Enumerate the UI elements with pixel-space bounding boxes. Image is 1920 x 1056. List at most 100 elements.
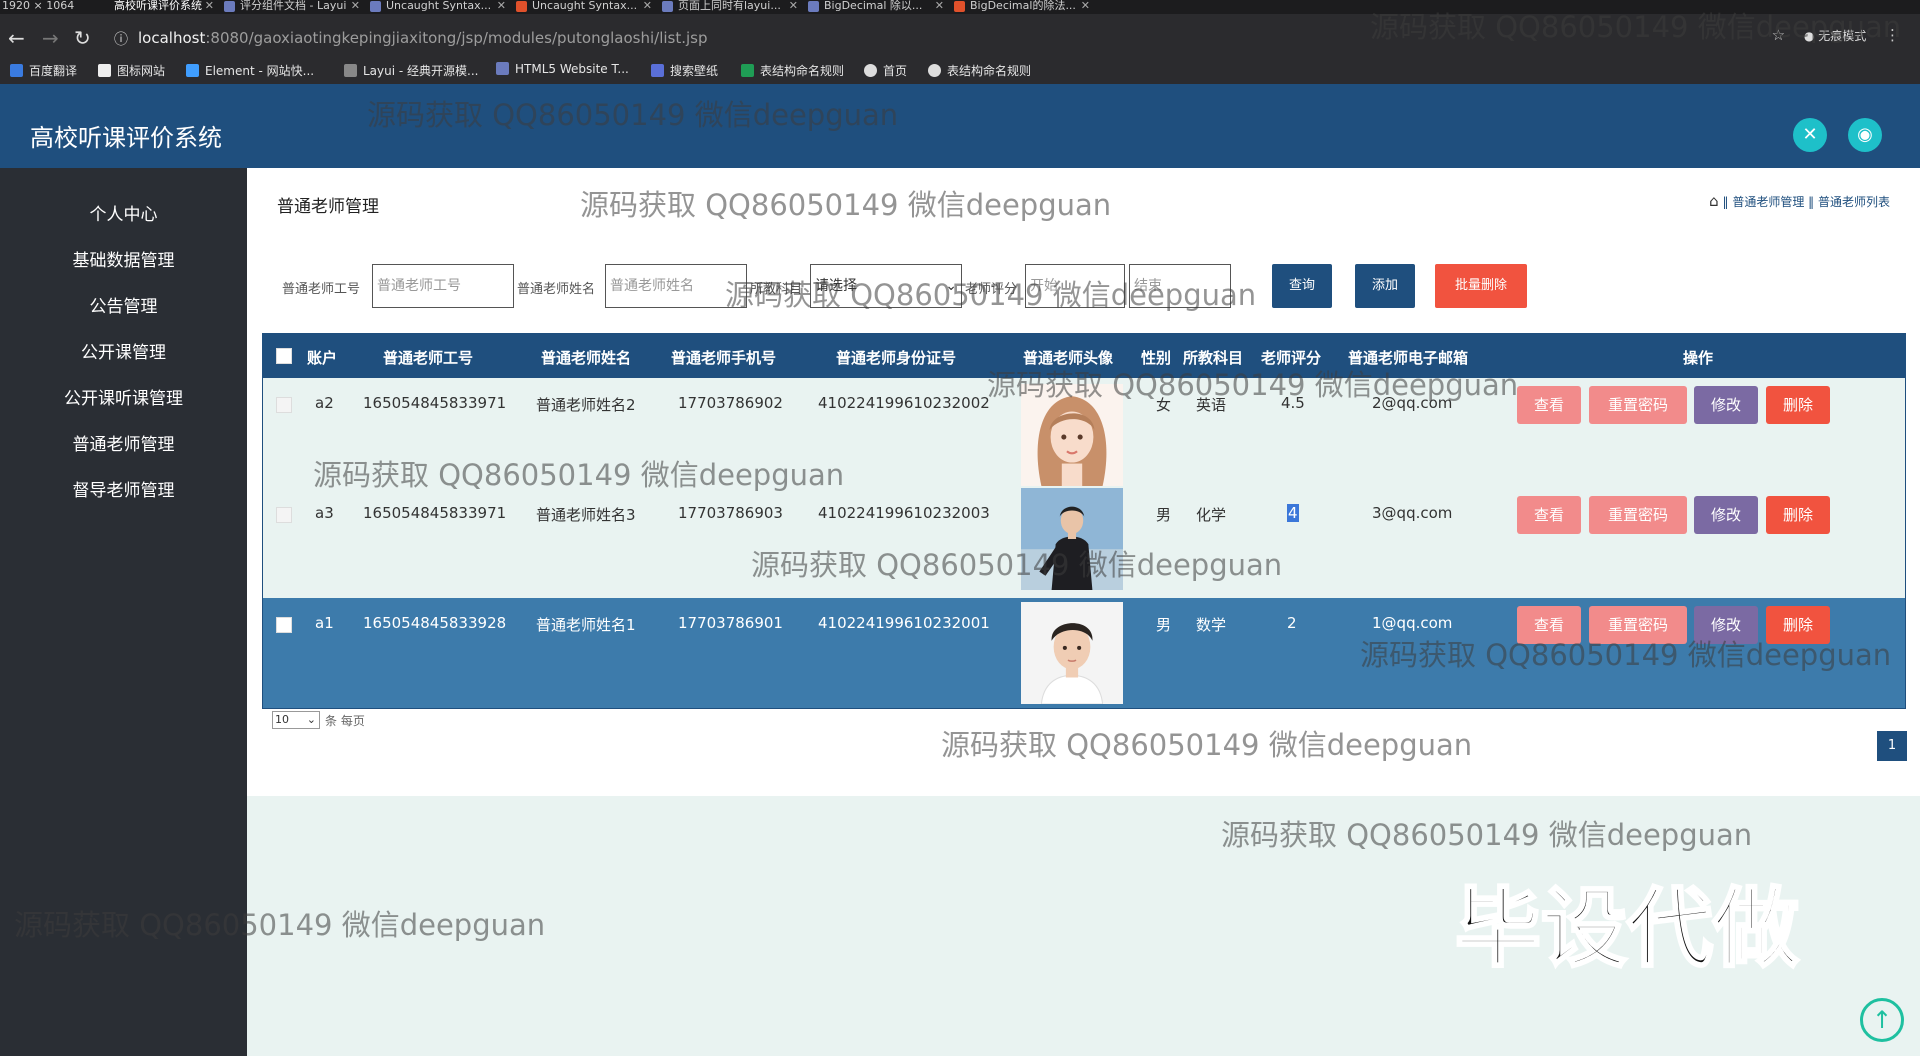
teacher-avatar	[1021, 602, 1123, 704]
bookmark[interactable]: HTML5 Website T...	[496, 62, 629, 76]
breadcrumb-item[interactable]: 普通老师管理	[1732, 195, 1804, 209]
page-icon	[370, 1, 381, 12]
page-icon	[808, 1, 819, 12]
close-icon[interactable]: ✕	[789, 0, 798, 12]
page-size-select[interactable]: 10 ⌄	[272, 711, 320, 729]
bookmarks-bar: 百度翻译 图标网站 Element - 网站快... Layui - 经典开源模…	[0, 56, 1920, 84]
sidebar-item-open-class-attendance[interactable]: 公开课听课管理	[0, 384, 247, 409]
chevron-down-icon: ⌄	[306, 713, 316, 726]
cell-subject: 数学	[1196, 616, 1227, 634]
home-icon[interactable]: ⌂	[1709, 192, 1719, 210]
tab[interactable]: 页面上同时有layui... ✕	[660, 0, 800, 14]
edit-button[interactable]: 修改	[1694, 386, 1758, 424]
column-header: 普通老师手机号	[671, 349, 777, 367]
cell-gender: 男	[1156, 506, 1172, 524]
view-button[interactable]: 查看	[1517, 386, 1581, 424]
reset-password-button[interactable]: 重置密码	[1589, 496, 1687, 534]
select-all-checkbox[interactable]	[276, 348, 292, 364]
view-button[interactable]: 查看	[1517, 496, 1581, 534]
batch-delete-button[interactable]: 批量删除	[1435, 264, 1527, 308]
tab-active[interactable]: 高校听课评价系统 ✕	[96, 0, 216, 14]
reset-password-button[interactable]: 重置密码	[1589, 386, 1687, 424]
delete-button[interactable]: 删除	[1766, 386, 1830, 424]
sidebar-item-supervisors[interactable]: 督导老师管理	[0, 476, 247, 501]
globe-icon	[928, 64, 941, 77]
cell-name: 普通老师姓名3	[536, 506, 636, 524]
watermark: 源码获取 QQ86050149 微信deepguan	[313, 458, 845, 492]
tab[interactable]: BigDecimal的除法... ✕	[952, 0, 1092, 14]
filter-label-id: 普通老师工号	[282, 282, 361, 297]
close-icon[interactable]: ✕	[205, 0, 214, 12]
close-icon[interactable]: ✕	[351, 0, 360, 12]
bookmark[interactable]: 首页	[864, 62, 907, 79]
page-icon	[954, 1, 965, 12]
sidebar-item-teachers[interactable]: 普通老师管理	[0, 430, 247, 455]
close-icon[interactable]: ✕	[497, 0, 506, 12]
bookmark[interactable]: 搜索壁纸	[651, 62, 718, 79]
tab[interactable]: 评分组件文档 - Layui ✕	[222, 0, 362, 14]
query-button[interactable]: 查询	[1272, 264, 1332, 308]
forward-icon[interactable]: →	[42, 28, 59, 48]
column-header: 操作	[1683, 349, 1714, 367]
promo-overlay-text: 毕设代做	[1454, 878, 1801, 981]
cell-id: 165054845833971	[363, 504, 507, 522]
watermark: 源码获取 QQ86050149 微信deepguan	[1221, 818, 1753, 852]
sidebar-item-personal-center[interactable]: 个人中心	[0, 200, 247, 225]
edit-button[interactable]: 修改	[1694, 496, 1758, 534]
sidebar-item-open-class[interactable]: 公开课管理	[0, 338, 247, 363]
row-checkbox[interactable]	[276, 397, 292, 413]
close-icon[interactable]: ✕	[1081, 0, 1090, 12]
row-checkbox[interactable]	[276, 617, 292, 633]
scroll-to-top-icon[interactable]: ↑	[1860, 998, 1904, 1042]
bookmark[interactable]: 图标网站	[98, 62, 165, 79]
info-icon[interactable]: ⓘ	[114, 30, 128, 50]
breadcrumb-item[interactable]: 普通老师列表	[1818, 195, 1890, 209]
watermark: 源码获取 QQ86050149 微信deepguan	[941, 728, 1473, 762]
tab[interactable]: BigDecimal 除以... ✕	[806, 0, 946, 14]
bookmark[interactable]: Element - 网站快...	[186, 62, 314, 79]
url-host: localhost	[138, 29, 206, 47]
tab[interactable]: Uncaught Syntax... ✕	[514, 0, 654, 14]
bookmark[interactable]: 表结构命名规则	[741, 62, 844, 79]
app-title: 高校听课评价系统	[30, 124, 222, 152]
reload-icon[interactable]: ↻	[74, 28, 91, 48]
cell-idcard: 410224199610232001	[818, 614, 990, 632]
layui-icon	[344, 64, 357, 77]
tab[interactable]: Uncaught Syntax... ✕	[368, 0, 508, 14]
column-header: 普通老师姓名	[541, 349, 632, 367]
bookmark[interactable]: Layui - 经典开源模...	[344, 62, 478, 79]
element-icon	[186, 64, 199, 77]
sidebar-item-basic-data[interactable]: 基础数据管理	[0, 246, 247, 271]
per-page-label: 条 每页	[325, 714, 365, 728]
cell-score: 2	[1287, 614, 1297, 632]
page-number-button[interactable]: 1	[1877, 731, 1907, 761]
row-checkbox[interactable]	[276, 507, 292, 523]
page-icon	[224, 1, 235, 12]
cell-subject: 化学	[1196, 506, 1227, 524]
cell-phone: 17703786901	[678, 614, 783, 632]
user-icon[interactable]: ◉	[1848, 118, 1882, 152]
translate-icon	[10, 64, 23, 77]
watermark: 源码获取 QQ86050149 微信deepguan	[725, 278, 1257, 312]
delete-button[interactable]: 删除	[1766, 496, 1830, 534]
close-icon[interactable]: ✕	[643, 0, 652, 12]
close-icon[interactable]: ✕	[935, 0, 944, 12]
fullscreen-icon[interactable]: ✕	[1793, 118, 1827, 152]
column-header: 普通老师身份证号	[836, 349, 957, 367]
cell-id: 165054845833928	[363, 614, 507, 632]
back-icon[interactable]: ←	[8, 28, 25, 48]
page-icon	[516, 1, 527, 12]
app-header: 高校听课评价系统 ✕ ◉	[0, 84, 1920, 168]
bookmark[interactable]: 表结构命名规则	[928, 62, 1031, 79]
add-button[interactable]: 添加	[1355, 264, 1415, 308]
flag-icon	[98, 64, 111, 77]
cell-account: a3	[315, 504, 334, 522]
teacher-id-input[interactable]: 普通老师工号	[372, 264, 514, 308]
column-header: 普通老师工号	[383, 349, 474, 367]
url-field[interactable]: localhost:8080/gaoxiaotingkepingjiaxiton…	[138, 24, 708, 52]
bookmark[interactable]: 百度翻译	[10, 62, 77, 79]
wallpaper-icon	[651, 64, 664, 77]
html5-icon	[496, 62, 509, 75]
sidebar-item-announcements[interactable]: 公告管理	[0, 292, 247, 317]
cell-name: 普通老师姓名1	[536, 616, 636, 634]
